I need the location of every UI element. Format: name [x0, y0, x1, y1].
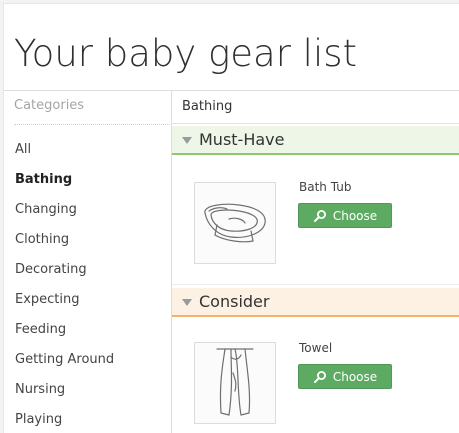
category-list: All Bathing Changing Clothing Decorating…: [15, 140, 165, 433]
bath-tub-thumbnail[interactable]: [194, 182, 276, 264]
group-header-must-have[interactable]: Must-Have: [172, 126, 459, 155]
group-separator: [172, 284, 459, 285]
group-label: Must-Have: [199, 130, 285, 149]
search-icon: [313, 209, 326, 222]
bath-tub-sketch-icon: [204, 203, 266, 243]
category-item-expecting[interactable]: Expecting: [15, 290, 165, 320]
gear-list-panel: Your baby gear list Categories All Bathi…: [3, 3, 459, 433]
collapse-triangle-icon: [182, 136, 192, 144]
category-item-getting-around[interactable]: Getting Around: [15, 350, 165, 380]
categories-header-underline: [14, 124, 170, 125]
choose-button-label: Choose: [332, 208, 378, 223]
group-label: Consider: [199, 292, 270, 311]
category-item-feeding[interactable]: Feeding: [15, 320, 165, 350]
category-item-playing[interactable]: Playing: [15, 410, 165, 433]
choose-button-label: Choose: [332, 369, 378, 384]
item-name-towel: Towel: [299, 341, 333, 355]
category-item-decorating[interactable]: Decorating: [15, 260, 165, 290]
search-icon: [313, 370, 326, 383]
category-item-clothing[interactable]: Clothing: [15, 230, 165, 260]
group-header-consider[interactable]: Consider: [172, 288, 459, 317]
category-item-nursing[interactable]: Nursing: [15, 380, 165, 410]
choose-bath-tub-button[interactable]: Choose: [298, 203, 392, 228]
towel-thumbnail[interactable]: [194, 342, 276, 424]
towel-sketch-icon: [216, 348, 254, 416]
header-divider: [4, 90, 459, 91]
categories-header: Categories: [14, 98, 85, 113]
section-title-divider: [172, 123, 459, 124]
page-title: Your baby gear list: [14, 32, 358, 75]
category-item-all[interactable]: All: [15, 140, 165, 170]
choose-towel-button[interactable]: Choose: [298, 364, 392, 389]
category-item-changing[interactable]: Changing: [15, 200, 165, 230]
section-title: Bathing: [182, 99, 233, 114]
item-name-bath-tub: Bath Tub: [299, 180, 352, 194]
category-item-bathing[interactable]: Bathing: [15, 170, 165, 200]
collapse-triangle-icon: [182, 298, 192, 306]
